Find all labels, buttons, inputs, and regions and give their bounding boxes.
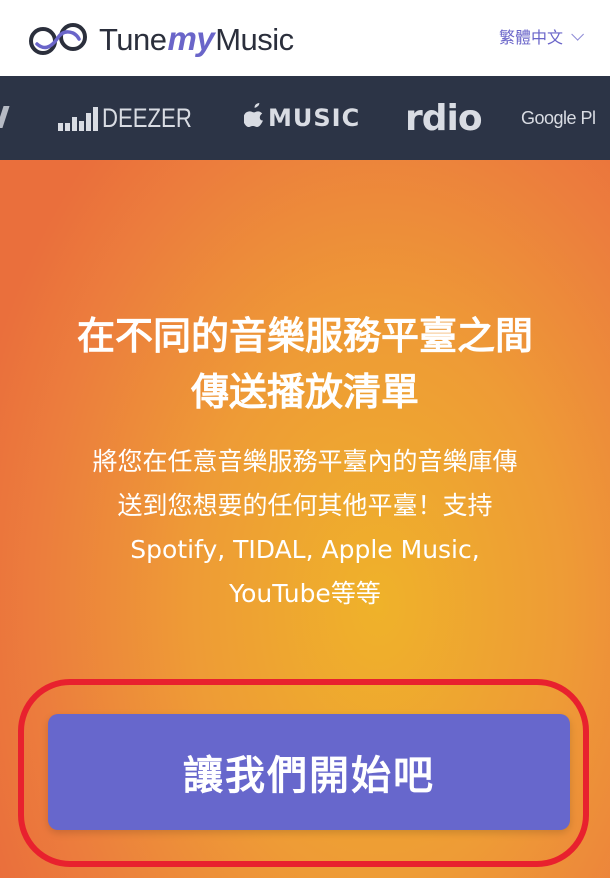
brand-suffix: Music — [215, 22, 294, 57]
hero-subtitle-line: Spotify, TIDAL, Apple Music, — [130, 535, 480, 564]
deezer-bars-icon — [58, 105, 98, 131]
service-apple-music: MUSIC — [243, 76, 361, 160]
brand-prefix: Tune — [99, 22, 167, 57]
hero-subtitle: 將您在任意音樂服務平臺內的音樂庫傳 送到您想要的任何其他平臺！支持 Spotif… — [0, 440, 610, 616]
service-apple-music-label: MUSIC — [268, 104, 361, 132]
apple-icon — [243, 103, 264, 133]
hero-section: 在不同的音樂服務平臺之間 傳送播放清單 將您在任意音樂服務平臺內的音樂庫傳 送到… — [0, 160, 610, 878]
chevron-down-icon — [571, 27, 584, 41]
brand-my: my — [167, 20, 215, 57]
service-google-play: Google Pl — [521, 76, 596, 160]
tunemymusic-logo-icon — [27, 19, 89, 59]
service-rdio: rdio — [405, 76, 483, 160]
language-selector[interactable]: 繁體中文 — [498, 24, 584, 48]
brand-name: Tune my Music — [99, 20, 294, 58]
lets-start-button[interactable]: 讓我們開始吧 — [48, 714, 570, 830]
hero-subtitle-line: 送到您想要的任何其他平臺！支持 — [117, 491, 493, 520]
hero-title-line: 在不同的音樂服務平臺之間 — [76, 314, 533, 358]
brand-logo-link[interactable]: Tune my Music — [27, 14, 294, 64]
hero-subtitle-line: YouTube等等 — [229, 579, 381, 608]
hero-title: 在不同的音樂服務平臺之間 傳送播放清單 — [0, 308, 610, 420]
service-deezer: DEEZER — [58, 76, 212, 160]
services-strip: DEEZER MUSIC rdio Google Pl — [0, 76, 610, 160]
partial-service-logo — [0, 106, 10, 128]
service-deezer-label: DEEZER — [102, 102, 192, 133]
service-rdio-label: rdio — [405, 97, 483, 139]
hero-title-line: 傳送播放清單 — [190, 370, 419, 414]
service-google-play-label: Google Pl — [521, 107, 596, 128]
hero-subtitle-line: 將您在任意音樂服務平臺內的音樂庫傳 — [92, 447, 518, 476]
top-header: Tune my Music 繁體中文 — [0, 0, 610, 76]
language-label: 繁體中文 — [498, 28, 563, 47]
